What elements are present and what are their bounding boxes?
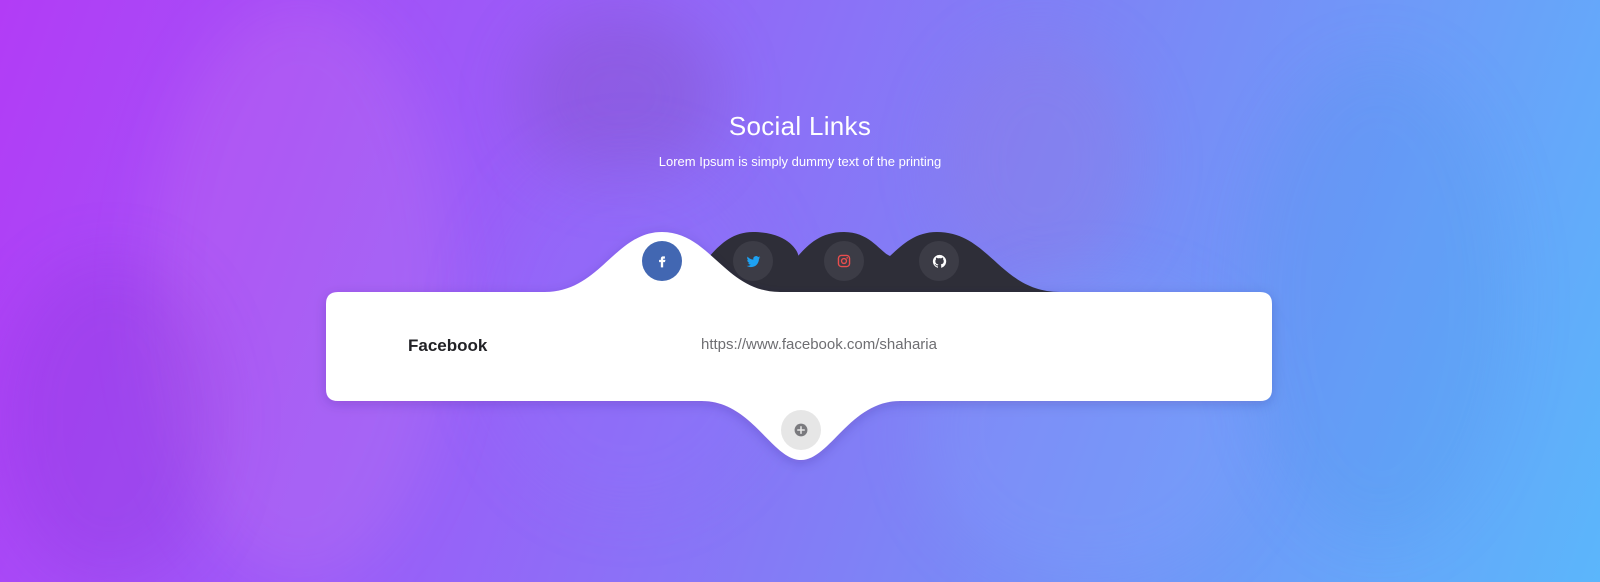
add-link-button[interactable] xyxy=(781,410,821,450)
tab-twitter[interactable] xyxy=(733,241,773,281)
social-links-card xyxy=(326,232,1272,460)
page: Social Links Lorem Ipsum is simply dummy… xyxy=(0,0,1600,582)
link-label: Facebook xyxy=(408,336,488,355)
plus-circle-icon xyxy=(794,423,808,437)
tab-facebook[interactable] xyxy=(642,241,682,281)
github-icon xyxy=(932,254,946,268)
facebook-icon xyxy=(659,256,666,268)
twitter-icon xyxy=(746,255,760,267)
tab-github[interactable] xyxy=(919,241,959,281)
link-url-field[interactable]: https://www.facebook.com/shaharia xyxy=(701,336,937,353)
instagram-icon xyxy=(837,254,851,268)
tab-instagram[interactable] xyxy=(824,241,864,281)
